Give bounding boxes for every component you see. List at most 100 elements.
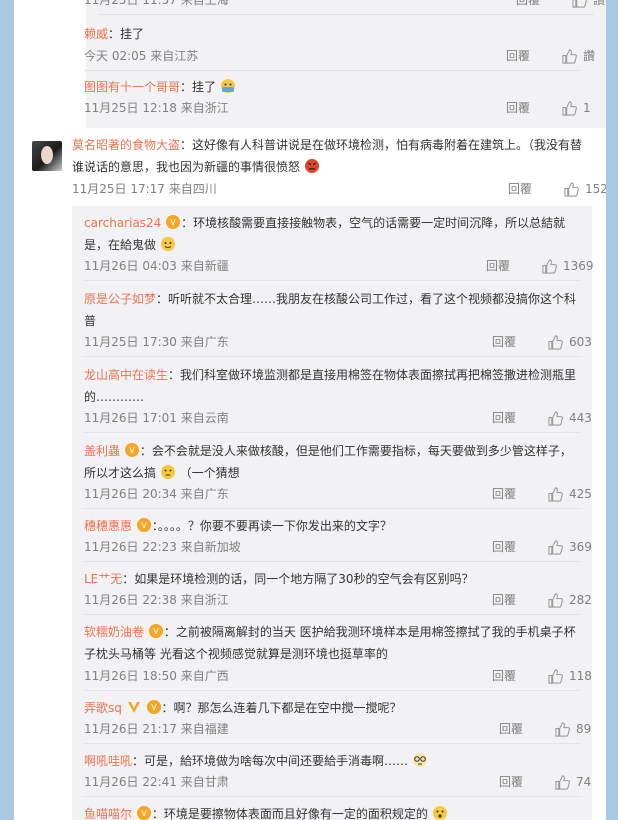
reply-button[interactable]: 回覆 [492,333,548,351]
svg-text:V: V [151,703,157,712]
divider [84,356,580,357]
reply-text-line2: 子枕头马桶等 光看这个视频感觉就算是测环境也挺草率的 [84,647,388,661]
reply-button[interactable]: 回覆 [506,99,562,117]
reply-actions: 回覆 1369 [486,257,594,275]
reply-item: 龙山高中在读生：我们科室做环境监测都是直接用棉签在物体表面擦拭再把棉签撒进检测瓶… [84,368,577,404]
svg-text:V: V [129,446,135,455]
like-button[interactable]: 89 [555,720,591,738]
reply-username[interactable]: LE艹无 [84,572,122,586]
reply-text: 可是，給环境做为啥每次中间还要給手消毒啊…… [144,754,409,768]
divider [84,432,580,433]
like-button[interactable]: 443 [548,409,592,427]
like-button[interactable]: 1 [562,99,591,117]
thumbs-up-icon [562,100,577,116]
reply-text-line2b: （一个猜想 [179,466,240,480]
reply-date: 今天 02:05 来自江苏 [84,49,199,63]
reply-button[interactable]: 回覆 [499,773,555,791]
reply-actions: 回覆 603 [492,333,592,351]
comment-actions: 回覆 152 [508,180,606,198]
reply-button[interactable]: 回覆 [492,409,548,427]
like-count: 118 [569,669,592,683]
vip-badge-icon: V [148,624,163,638]
reply-text: 如果是环境检测的话，同一个地方隔了30秒的空气会有区别吗？ [134,572,474,586]
like-button[interactable]: 讃 [572,0,605,9]
like-count: 425 [569,487,592,501]
reply-username[interactable]: 盖利蟲 [84,444,120,458]
reply-actions: 回覆 282 [492,591,592,609]
like-button[interactable]: 74 [555,773,591,791]
reply-button[interactable]: 回覆 [499,720,555,738]
divider [84,690,580,691]
reply-text: 挂了 [120,27,145,41]
comment-date: 11月25日 17:17 来自四川 [72,182,217,196]
vip-badge-icon: V [146,700,161,714]
reply-date: 11月26日 21:17 来自福建 [84,722,229,736]
thumbs-up-icon [548,334,563,350]
reply-username[interactable]: 图图有十一个哥哥 [84,80,180,94]
like-button[interactable]: 282 [548,591,592,609]
thumbs-up-icon [542,258,557,274]
reply-actions: 回覆 443 [492,409,592,427]
reply-button[interactable]: 回覆 [486,257,542,275]
reply-username[interactable]: 赖威 [84,27,108,41]
reply-actions: 回覆 讚 [506,47,595,65]
emoji-icon [432,806,447,820]
reply-actions: 回覆 425 [492,485,592,503]
reply-button[interactable]: 回覆 [492,667,548,685]
like-count: 152 [585,182,606,196]
divider [98,14,594,15]
reply-text: 。。。。？你要不要再读一下你发出来的文字？ [157,519,392,533]
reply-button[interactable]: 回覆 [492,591,548,609]
reply-username[interactable]: 龙山高中在读生 [84,368,168,382]
reply-text-line2: 的………… [84,390,145,404]
vip-badge-icon: V [166,215,181,229]
reply-username[interactable]: 弄歌sq [84,701,122,715]
reply-username[interactable]: 鱼喵喵尔 [84,807,132,820]
reply-text: 挂了 [192,80,217,94]
reply-button[interactable]: 回覆 [492,538,548,556]
reply-item: 啊吼哇吼：可是，給环境做为啥每次中间还要給手消毒啊…… [84,750,580,772]
like-button[interactable]: 152 [564,180,606,198]
reply-actions: 回覆 74 [499,773,591,791]
thumbs-up-icon [548,486,563,502]
reply-button[interactable]: 回覆 [492,485,548,503]
like-button[interactable]: 1369 [542,257,594,275]
like-button[interactable]: 603 [548,333,592,351]
like-count: 369 [569,540,592,554]
like-label: 讃 [593,0,606,7]
reply-text: 听听就不太合理……我朋友在核酸公司工作过，看了这个视频都没搞你这个科 [168,292,577,306]
divider [84,561,580,562]
comment-text: 这好像有人科普讲说是在做环境检测，怕有病毒附着在建筑上。（我没有替 [192,138,583,152]
reply-item: carcharias24 V ：环境核酸需要直接接触物表，空气的话需要一定时间沉降… [84,215,566,252]
like-count: 74 [576,775,592,789]
reply-username[interactable]: carcharias24 [84,216,161,230]
thumbs-up-icon [555,774,570,790]
like-button[interactable]: 369 [548,538,592,556]
like-button[interactable]: 讚 [562,47,595,65]
vip-badge-icon: V [124,443,139,457]
reply-button[interactable]: 回覆 [508,180,564,198]
reply-actions: 回覆 369 [492,538,592,556]
reply-username[interactable]: 原是公子如梦 [84,292,156,306]
reply-date: 11月26日 22:41 来自甘肃 [84,775,229,789]
thumbs-up-icon [572,0,587,8]
reply-username[interactable]: 啊吼哇吼 [84,754,132,768]
like-button[interactable]: 118 [548,667,592,685]
reply-username[interactable]: 软糯奶油卷 [84,625,144,639]
main-comment: 莫名昭著的食物大盗：这好像有人科普讲说是在做环境检测，怕有病毒附着在建筑上。（我… [72,138,583,174]
reply-button[interactable]: 回覆 [506,47,562,65]
like-button[interactable]: 425 [548,485,592,503]
svg-text:V: V [170,218,176,227]
avatar[interactable] [32,141,62,171]
reply-text-line2: 是，在給鬼做 [84,238,157,252]
verified-v-icon [127,702,140,713]
glasses-emoji-icon [412,753,427,767]
reply-username[interactable]: 穗穗惠惠 [84,519,132,533]
reply-button[interactable]: 回覆 [516,0,572,9]
divider [84,796,580,797]
comment-username[interactable]: 莫名昭著的食物大盗 [72,138,180,152]
reply-text-line2: 普 [84,314,97,328]
reply-date: 11月26日 18:50 来自广西 [84,669,229,683]
divider [84,508,580,509]
reply-item: LE艹无：如果是环境检测的话，同一个地方隔了30秒的空气会有区别吗？ [84,572,474,586]
